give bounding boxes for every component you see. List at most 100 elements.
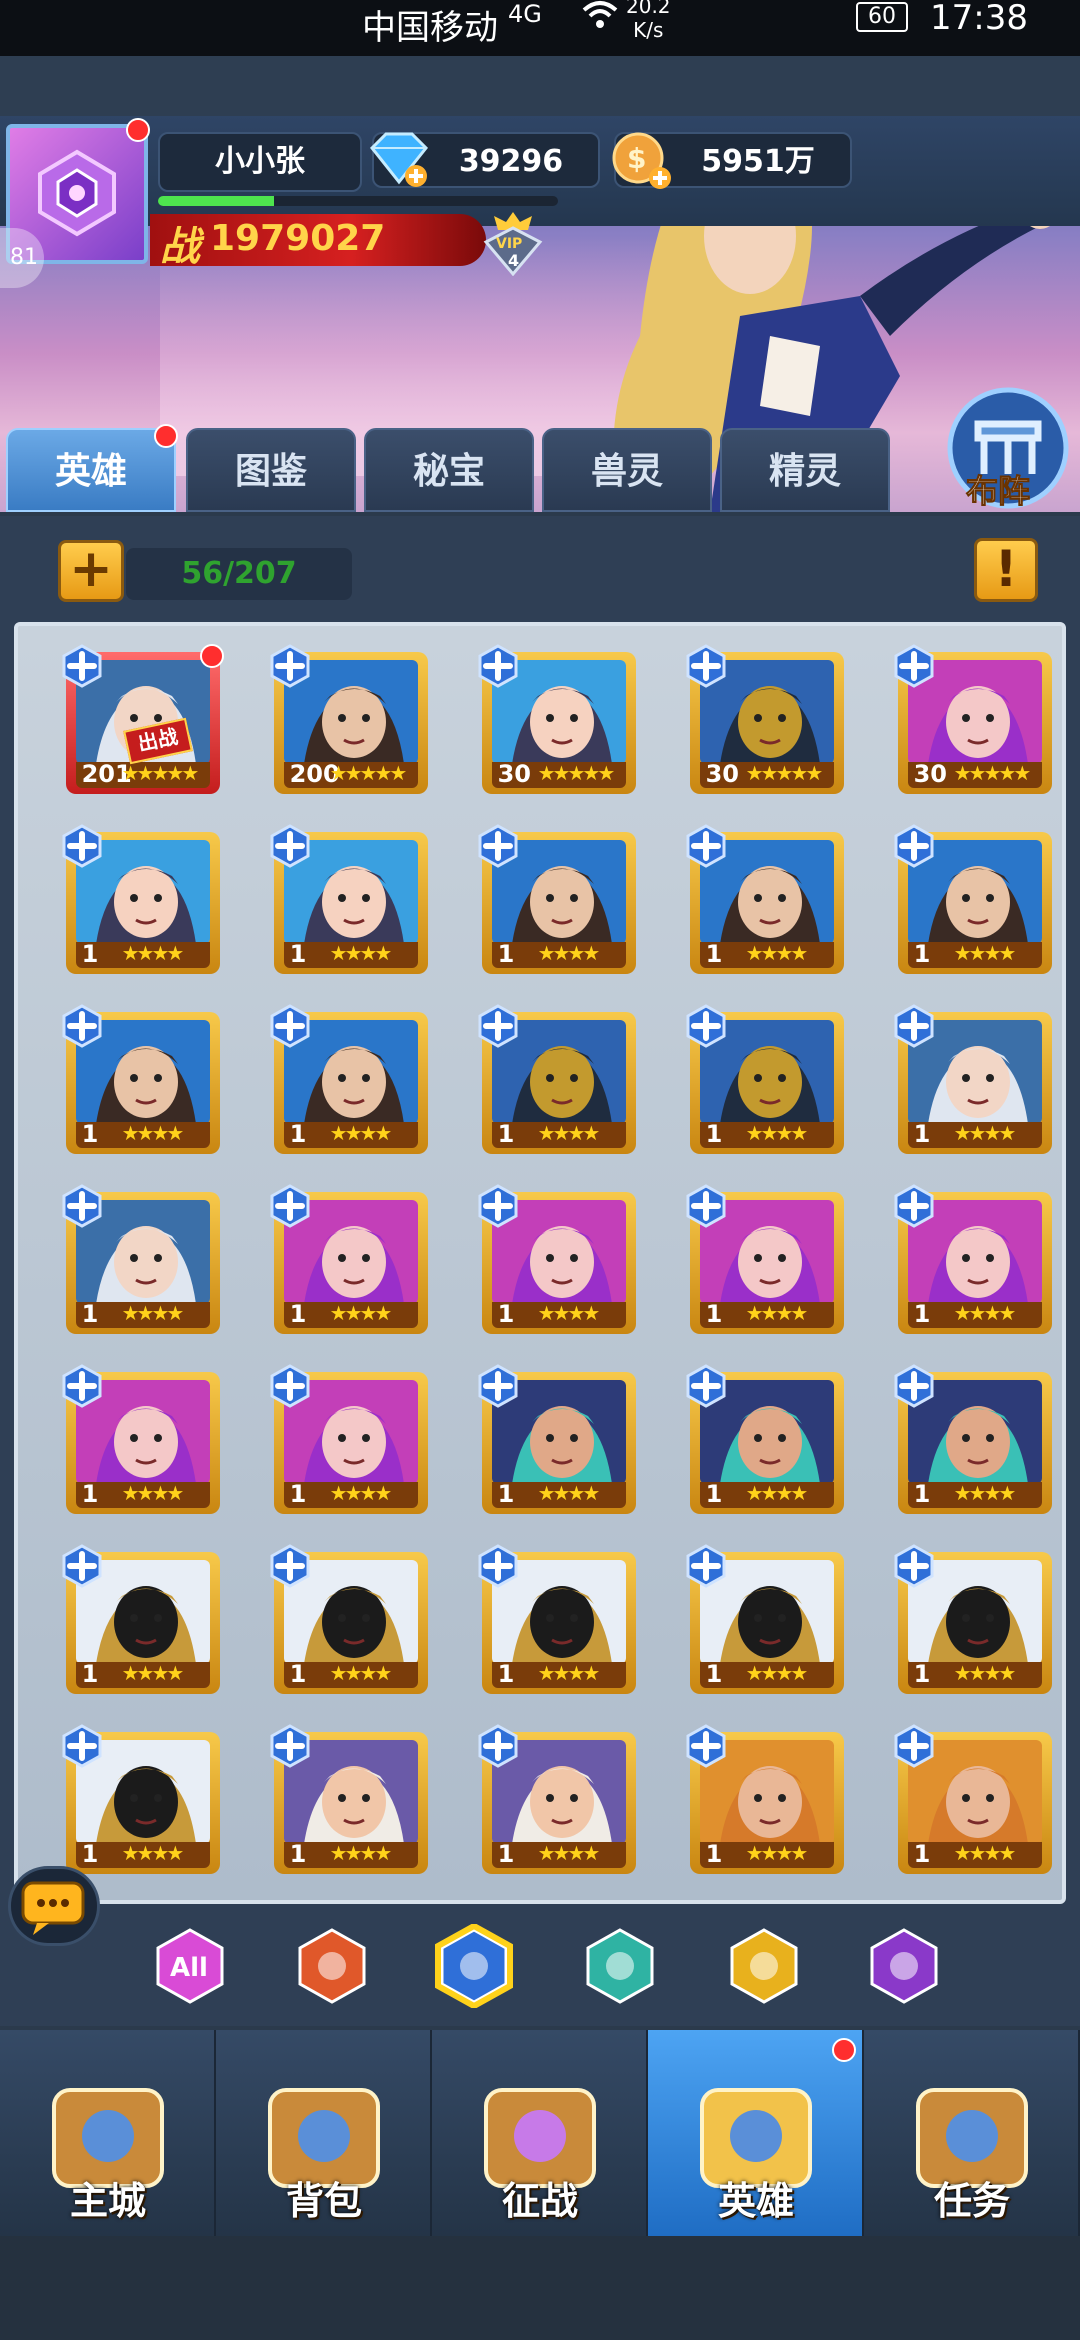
filter-all-icon[interactable]: All <box>148 1924 232 2008</box>
svg-text:$: $ <box>627 142 646 175</box>
nav-golden-helmet[interactable]: 英雄 <box>648 2030 864 2236</box>
hero-card[interactable]: 1 ★★★★ <box>476 1544 636 1694</box>
add-hero-slot-button[interactable]: + <box>58 540 124 602</box>
rank-emblem-icon <box>38 149 116 237</box>
formation-button[interactable]: 布阵 <box>944 384 1072 512</box>
hero-stars: ★★★★ <box>745 1481 809 1505</box>
hero-card[interactable]: 1 ★★★★ <box>684 1364 844 1514</box>
filter-demon-icon[interactable] <box>862 1924 946 2008</box>
hero-card[interactable]: 1 ★★★★ <box>268 1364 428 1514</box>
nav-notification-dot <box>832 2038 856 2062</box>
hero-card[interactable]: 1 ★★★★ <box>684 1004 844 1154</box>
hero-card[interactable]: 1 ★★★★ <box>892 1184 1052 1334</box>
hero-card[interactable]: 200 ★★★★★ <box>268 644 428 794</box>
faction-cross-icon <box>684 644 728 688</box>
hero-stars: ★★★★ <box>537 1841 601 1865</box>
hero-card[interactable]: 1 ★★★★ <box>268 1724 428 1874</box>
nav-scroll[interactable]: 任务 <box>864 2030 1080 2236</box>
clock: 17:38 <box>930 0 1028 38</box>
hero-card[interactable]: 201 ★★★★★ 出战 <box>60 644 224 794</box>
faction-cross-icon <box>60 644 104 688</box>
hero-level: 1 <box>705 1120 723 1148</box>
vip-level: 4 <box>508 251 519 270</box>
vip-crown-icon: VIP 4 <box>483 212 543 277</box>
speed-value: 20.2 <box>626 0 671 18</box>
experience-fill <box>158 196 274 206</box>
hero-card[interactable]: 1 ★★★★ <box>60 1004 220 1154</box>
hero-card[interactable]: 1 ★★★★ <box>892 1004 1052 1154</box>
hero-card[interactable]: 1 ★★★★ <box>60 1724 220 1874</box>
faction-cross-icon <box>476 1724 520 1768</box>
faction-cross-icon <box>268 1724 312 1768</box>
info-button[interactable]: ! <box>974 538 1038 602</box>
filter-wind-icon[interactable] <box>722 1924 806 2008</box>
hero-card[interactable]: 1 ★★★★ <box>60 1364 220 1514</box>
status-bar: 中国移动 4G 20.2 K/s 60 17:38 <box>0 0 1080 56</box>
vip-badge[interactable]: VIP 4 <box>478 208 548 277</box>
hero-card[interactable]: 1 ★★★★ <box>684 1184 844 1334</box>
hero-card[interactable]: 1 ★★★★ <box>892 824 1052 974</box>
hero-card[interactable]: 1 ★★★★ <box>60 824 220 974</box>
hero-level: 1 <box>497 1120 515 1148</box>
hero-level: 1 <box>913 1840 931 1868</box>
hero-card[interactable]: 1 ★★★★ <box>684 824 844 974</box>
hero-card[interactable]: 1 ★★★★ <box>476 824 636 974</box>
hero-card[interactable]: 30 ★★★★★ <box>892 644 1052 794</box>
hero-card[interactable]: 1 ★★★★ <box>892 1364 1052 1514</box>
hero-stars: ★★★★★ <box>745 761 824 785</box>
hero-card[interactable]: 1 ★★★★ <box>60 1544 220 1694</box>
hero-card[interactable]: 1 ★★★★ <box>476 1724 636 1874</box>
faction-cross-icon <box>60 1724 104 1768</box>
hero-level: 1 <box>497 1300 515 1328</box>
tab-heroes[interactable]: 英雄 <box>6 428 176 512</box>
tab-treasure[interactable]: 秘宝 <box>364 428 534 512</box>
filter-cross-icon[interactable] <box>432 1922 516 2010</box>
hero-level: 1 <box>913 940 931 968</box>
hero-level: 30 <box>705 760 739 788</box>
power-label: 战 <box>160 224 200 270</box>
hero-card[interactable]: 1 ★★★★ <box>684 1724 844 1874</box>
nav-chest[interactable]: 背包 <box>216 2030 432 2236</box>
nav-dragon-portal[interactable]: 征战 <box>432 2030 648 2236</box>
faction-cross-icon <box>476 1004 520 1048</box>
nav-label: 征战 <box>501 2179 578 2223</box>
hero-stars: ★★★★ <box>121 1121 185 1145</box>
hero-card[interactable]: 30 ★★★★★ <box>476 644 636 794</box>
hero-stars: ★★★★ <box>329 1301 393 1325</box>
hero-card[interactable]: 1 ★★★★ <box>476 1184 636 1334</box>
filter-skull-icon[interactable] <box>578 1924 662 2008</box>
filter-fire-icon[interactable] <box>290 1924 374 2008</box>
hero-stars: ★★★★ <box>745 1661 809 1685</box>
diamond-icon[interactable] <box>364 130 434 192</box>
gold-coin-icon[interactable]: $ <box>608 128 678 194</box>
hero-card[interactable]: 1 ★★★★ <box>268 824 428 974</box>
hero-stars: ★★★★ <box>953 1661 1017 1685</box>
hero-card[interactable]: 1 ★★★★ <box>476 1364 636 1514</box>
hero-card[interactable]: 1 ★★★★ <box>60 1184 220 1334</box>
hero-card[interactable]: 1 ★★★★ <box>476 1004 636 1154</box>
hero-card[interactable]: 1 ★★★★ <box>268 1004 428 1154</box>
hero-card[interactable]: 1 ★★★★ <box>268 1184 428 1334</box>
hero-level: 1 <box>705 1480 723 1508</box>
vip-label: VIP <box>496 236 522 252</box>
hero-level: 1 <box>81 1840 99 1868</box>
faction-cross-icon <box>892 1544 936 1588</box>
hero-level: 30 <box>497 760 531 788</box>
tab-beast-spirit[interactable]: 兽灵 <box>542 428 712 512</box>
hero-card[interactable]: 1 ★★★★ <box>268 1544 428 1694</box>
hero-card[interactable]: 1 ★★★★ <box>892 1724 1052 1874</box>
hero-level: 1 <box>705 940 723 968</box>
faction-cross-icon <box>60 1004 104 1048</box>
hero-level: 1 <box>705 1300 723 1328</box>
hero-card[interactable]: 1 ★★★★ <box>684 1544 844 1694</box>
tab-heroes-notification-dot <box>154 424 178 448</box>
hero-card[interactable]: 1 ★★★★ <box>892 1544 1052 1694</box>
tab-elf[interactable]: 精灵 <box>720 428 890 512</box>
experience-bar <box>158 196 558 206</box>
hero-stars: ★★★★ <box>537 1481 601 1505</box>
nav-castle[interactable]: 主城 <box>0 2030 216 2236</box>
hero-stars: ★★★★ <box>121 1301 185 1325</box>
hero-card[interactable]: 30 ★★★★★ <box>684 644 844 794</box>
player-name: 小小张 <box>158 132 362 192</box>
tab-codex[interactable]: 图鉴 <box>186 428 356 512</box>
